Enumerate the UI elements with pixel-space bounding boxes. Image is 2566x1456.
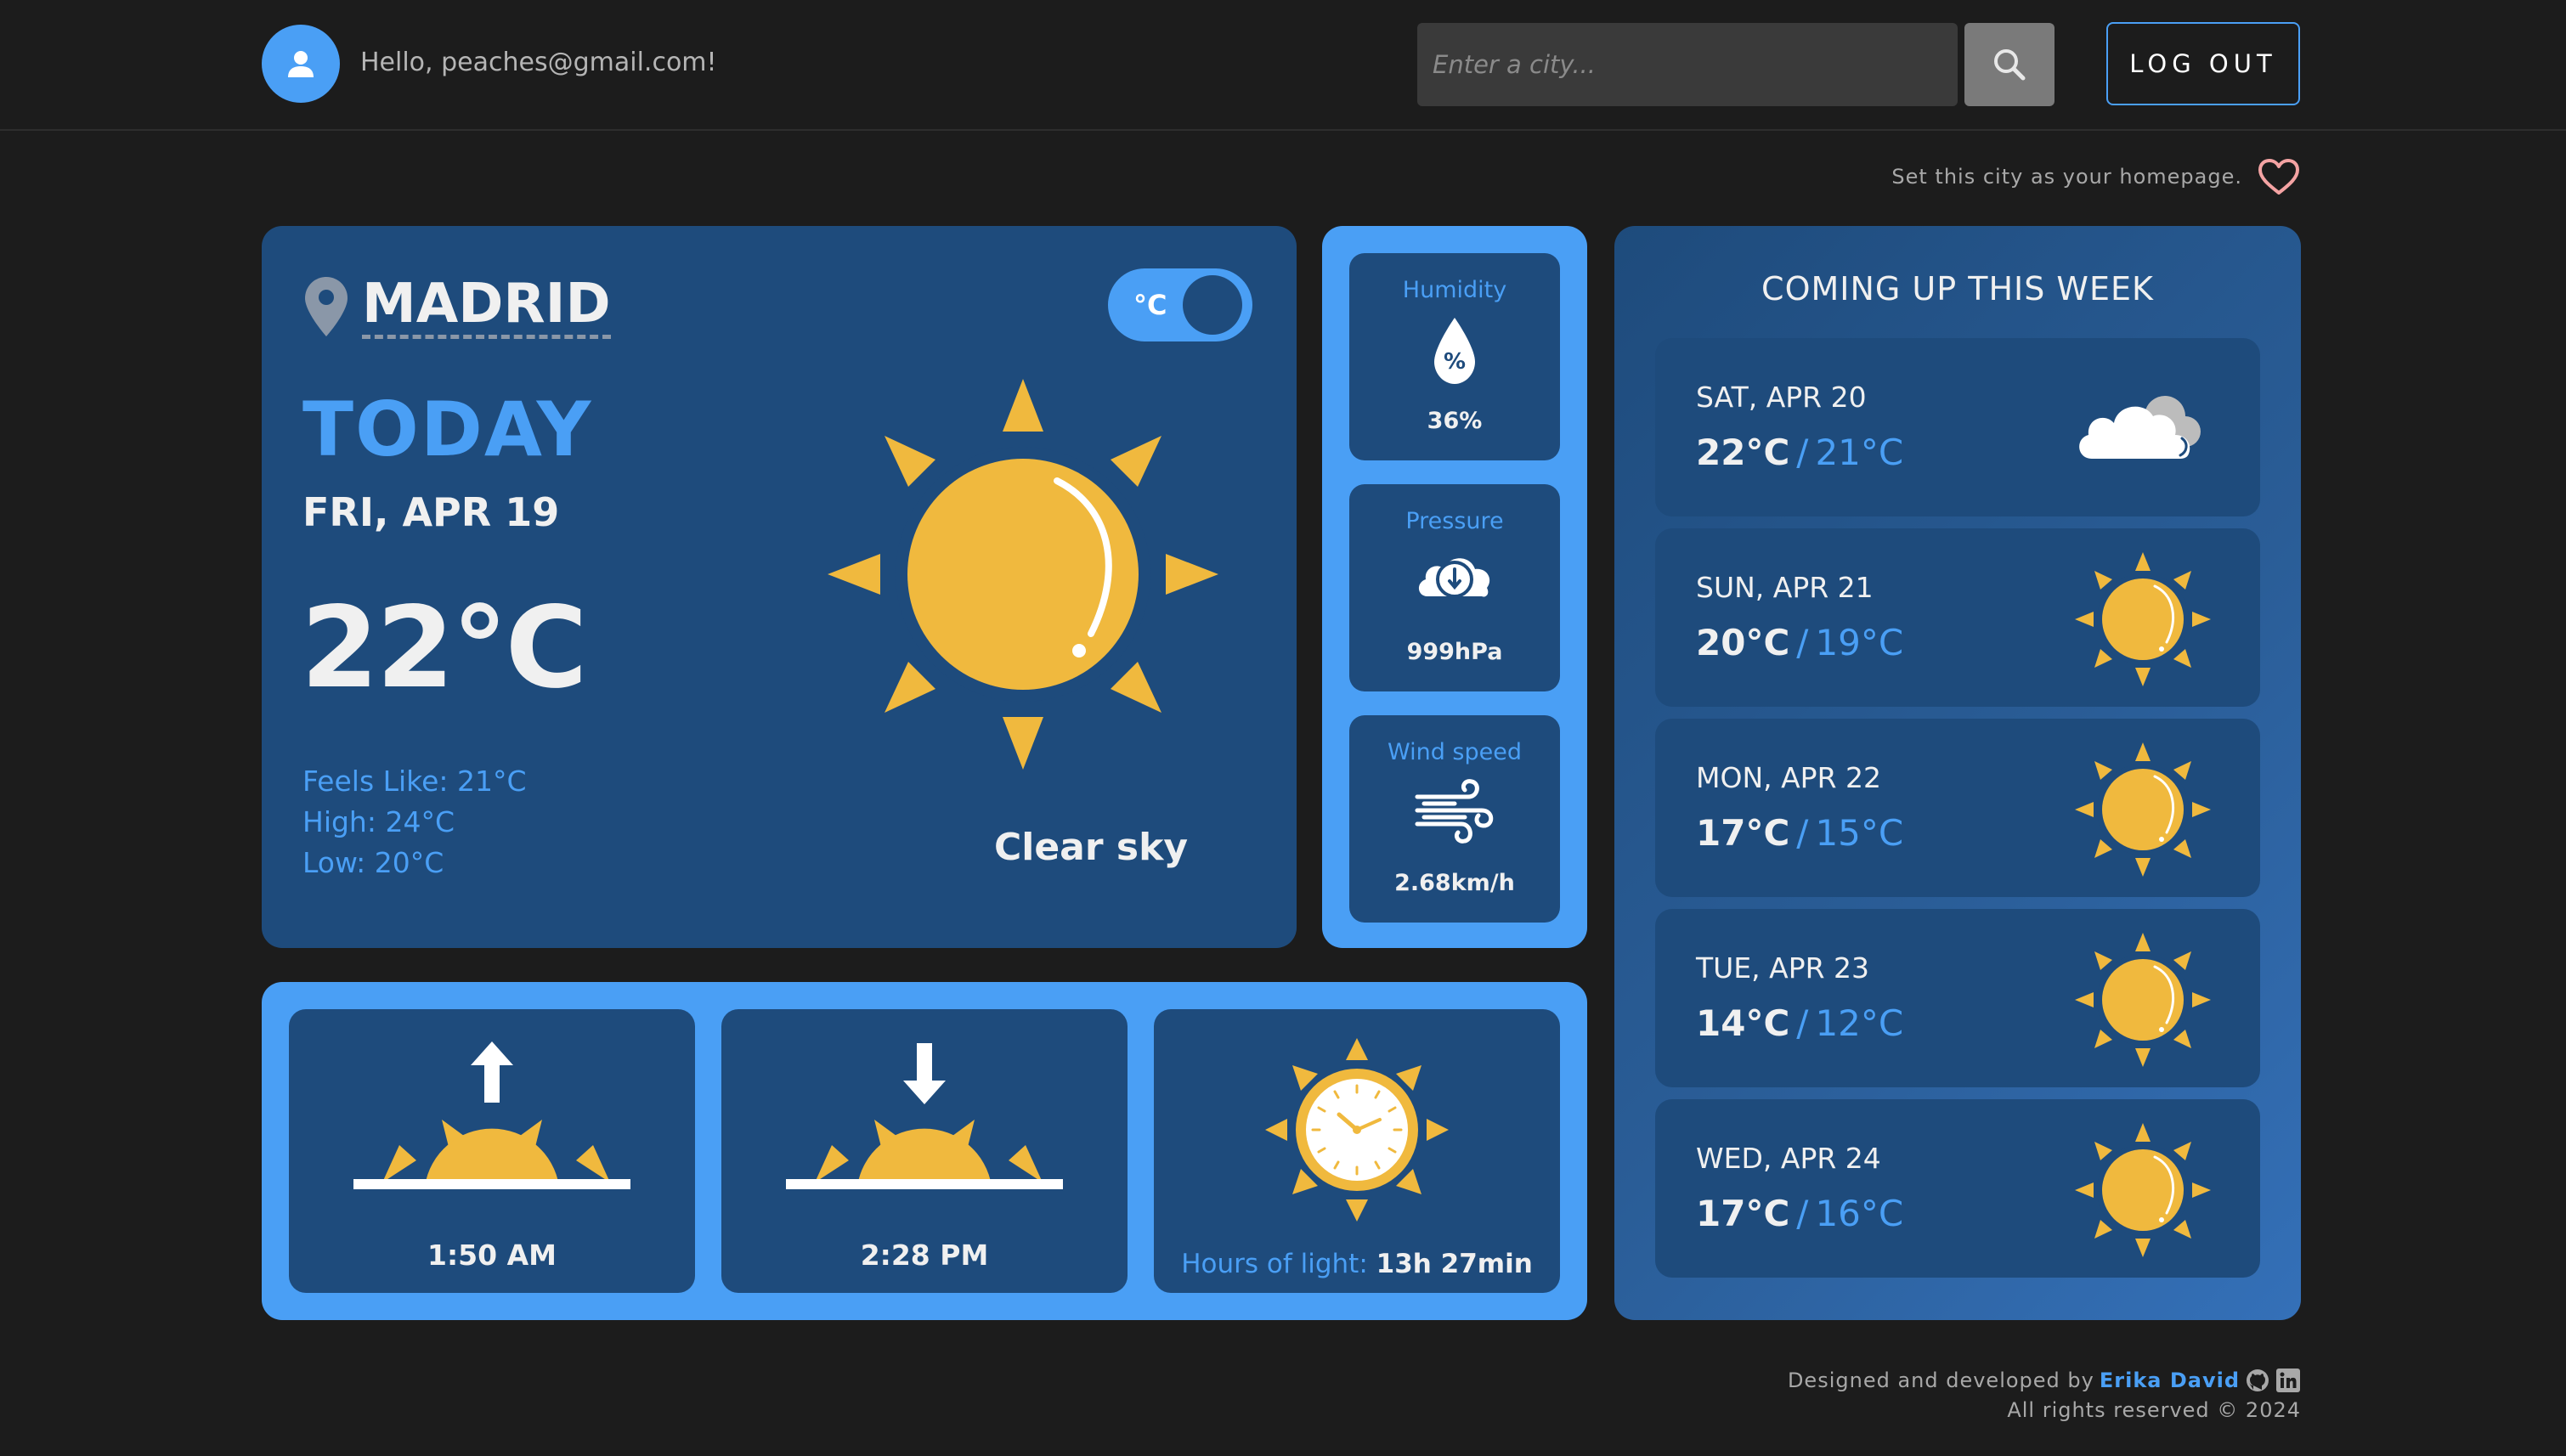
sunset-icon [786,1043,1063,1189]
svg-text:%: % [1444,349,1466,375]
unit-label: °C [1133,289,1167,321]
set-homepage-row: Set this city as your homepage. [1891,158,2300,195]
user-avatar-icon[interactable] [262,25,340,103]
sun-panel: 1:50 AM 2:28 PM Hours of light: 13h 27mi… [262,982,1587,1320]
author-link[interactable]: Erika David [2100,1369,2240,1392]
search-icon [1994,49,2026,81]
pressure-gauge-icon [1418,558,1490,598]
today-weather-card: MADRID °C TODAY FRI, APR 19 22°C Feels L… [262,226,1297,948]
day-high: 17°C [1696,1193,1790,1234]
day-name: SUN, APR 21 [1696,571,1874,604]
daylight-value: 13h 27min [1376,1249,1533,1279]
stats-panel: Humidity % 36% Pressure 999hPa Wind spee… [1322,226,1587,948]
copyright: All rights reserved © 2024 [2007,1398,2301,1422]
water-drop-icon: % [1434,318,1475,384]
feels-like: Feels Like: 21°C [302,765,527,798]
sunrise-time: 1:50 AM [427,1239,557,1272]
day-name: SAT, APR 20 [1696,381,1867,414]
clock-sun-icon [1265,1038,1449,1222]
day-low: 12°C [1815,1002,1904,1044]
toggle-knob [1183,275,1242,335]
sun-icon [2075,933,2211,1067]
weekly-forecast-panel: COMING UP THIS WEEK SAT, APR 20 22°C/21°… [1614,226,2301,1320]
unit-toggle[interactable]: °C [1108,268,1252,341]
sun-icon [2075,552,2211,686]
forecast-day: MON, APR 22 17°C/15°C [1655,719,2260,897]
sun-icon [2075,742,2211,877]
cloud-icon [2079,396,2201,459]
day-low: 19°C [1815,622,1904,663]
today-date: FRI, APR 19 [302,489,560,535]
forecast-day: SUN, APR 21 20°C/19°C [1655,528,2260,707]
daylight-label: Hours of light: [1181,1249,1368,1279]
daylight-hours: Hours of light: 13h 27min [1154,1249,1560,1279]
forecast-day: SAT, APR 20 22°C/21°C [1655,338,2260,516]
wind-title: Wind speed [1387,739,1522,765]
sunrise-card: 1:50 AM [289,1009,695,1293]
sunset-time: 2:28 PM [860,1239,989,1272]
day-low: 15°C [1815,812,1904,854]
set-homepage-label: Set this city as your homepage. [1891,165,2242,189]
today-heading: TODAY [302,386,593,473]
day-high: 20°C [1696,622,1790,663]
pressure-value: 999hPa [1406,639,1503,665]
temp-separator: / [1796,622,1809,663]
day-low: 16°C [1815,1193,1904,1234]
city-search-input[interactable] [1417,23,1958,106]
sun-icon [828,379,1218,770]
wind-card: Wind speed 2.68km/h [1349,715,1560,923]
city-name[interactable]: MADRID [362,274,611,339]
current-temperature: 22°C [301,583,588,714]
day-name: TUE, APR 23 [1696,951,1870,985]
sunset-card: 2:28 PM [721,1009,1128,1293]
daylight-card: Hours of light: 13h 27min [1154,1009,1560,1293]
wind-icon [1415,779,1494,844]
humidity-card: Humidity % 36% [1349,253,1560,460]
day-high: 17°C [1696,812,1790,854]
day-name: MON, APR 22 [1696,761,1881,794]
day-low: 21°C [1815,432,1904,473]
top-bar: Hello, peaches@gmail.com! LOG OUT [0,0,2566,131]
footer: Designed and developed by Erika David Al… [1788,1368,2301,1422]
temp-separator: / [1796,432,1809,473]
designed-by-label: Designed and developed by [1787,1369,2094,1392]
humidity-value: 36% [1427,408,1483,434]
week-title: COMING UP THIS WEEK [1761,270,2154,308]
sunrise-icon [353,1041,630,1189]
day-name: WED, APR 24 [1696,1142,1881,1175]
city-row: MADRID [302,274,611,339]
wind-value: 2.68km/h [1394,870,1515,896]
linkedin-icon[interactable] [2275,1368,2301,1393]
day-high: 14°C [1696,1002,1790,1044]
high-temp: High: 24°C [302,805,455,838]
github-icon[interactable] [2245,1368,2270,1393]
low-temp: Low: 20°C [302,846,444,879]
temp-separator: / [1796,1193,1809,1234]
heart-icon[interactable] [2258,158,2300,195]
temp-separator: / [1796,1002,1809,1044]
temp-separator: / [1796,812,1809,854]
forecast-day: TUE, APR 23 14°C/12°C [1655,909,2260,1087]
user-greeting: Hello, peaches@gmail.com! [360,48,717,77]
humidity-title: Humidity [1402,277,1507,303]
sun-icon [2075,1123,2211,1257]
logout-button[interactable]: LOG OUT [2106,22,2300,105]
location-pin-icon [305,276,348,336]
day-high: 22°C [1696,432,1790,473]
pressure-title: Pressure [1405,508,1504,534]
search-button[interactable] [1964,23,2054,106]
pressure-card: Pressure 999hPa [1349,484,1560,691]
weather-condition: Clear sky [993,826,1189,869]
forecast-day: WED, APR 24 17°C/16°C [1655,1099,2260,1278]
